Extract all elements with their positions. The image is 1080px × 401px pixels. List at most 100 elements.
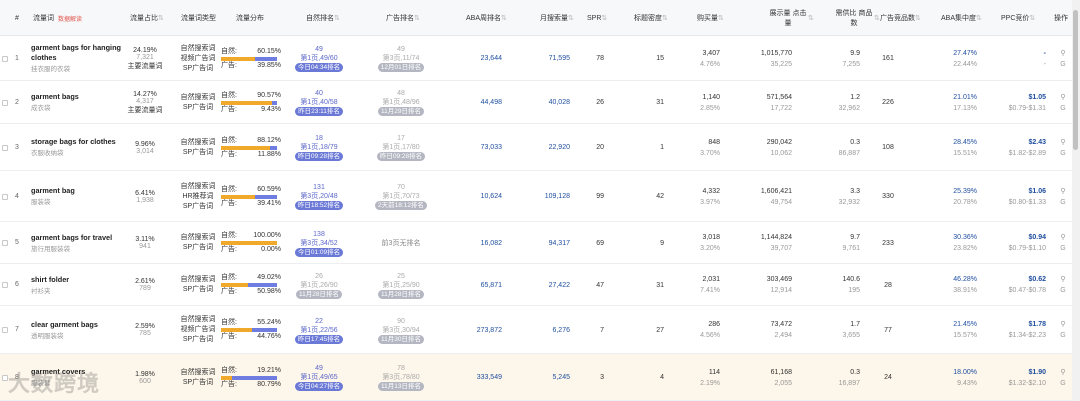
header-aba-concentration[interactable]: ABA集中度 ⇅ (941, 0, 982, 36)
sort-icon[interactable]: ⇅ (414, 14, 420, 22)
ad-rank-value[interactable]: 78 (397, 364, 405, 373)
header-supply-demand[interactable]: 需供比 商品数 ⇅ (834, 0, 880, 36)
header-impressions-clicks[interactable]: 展示量 点击量 ⇅ (768, 0, 814, 36)
search-icon[interactable]: ⚲ (1060, 274, 1065, 285)
google-icon[interactable]: G (1060, 59, 1065, 70)
header-word-type[interactable]: 流量词类型 (181, 0, 216, 36)
header-title-density[interactable]: 标题密度 ⇅ (634, 0, 668, 36)
google-icon[interactable]: G (1060, 243, 1065, 254)
header-natural-rank[interactable]: 自然排名 ⇅ (306, 0, 340, 36)
keyword-translation: 挂衣服的衣袋 (31, 66, 70, 73)
header-ad-rank[interactable]: 广告排名 ⇅ (386, 0, 420, 36)
header-buy-volume[interactable]: 购买量 ⇅ (697, 0, 724, 36)
sort-icon[interactable]: ⇅ (915, 14, 921, 22)
header-aba-rank[interactable]: ABA周排名 ⇅ (466, 0, 507, 36)
share-count: 7,321 (136, 53, 154, 61)
table-row[interactable]: 8 garment covers 服装套 1.98% 600 自然搜索词 SP广告词 自然: 1… (0, 354, 1072, 401)
google-icon[interactable]: G (1060, 197, 1065, 208)
header-distribution[interactable]: 流量分布 (236, 0, 264, 36)
aba-concentration-value: 27.47% (953, 49, 977, 57)
sort-icon[interactable]: ⇅ (874, 14, 880, 22)
row-checkbox[interactable] (2, 99, 8, 106)
table-row[interactable]: 1 garment bags for hanging clothes 挂衣服的衣袋 2… (0, 36, 1072, 81)
keyword-link[interactable]: garment bags for hanging clothes (31, 43, 121, 63)
header-ad-products[interactable]: 广告竞品数 ⇅ (880, 0, 921, 36)
natural-rank-value[interactable]: 40 (315, 89, 323, 98)
row-checkbox[interactable] (2, 282, 8, 288)
word-type-2: 视频广告词 (180, 326, 216, 333)
natural-rank-value[interactable]: 138 (313, 230, 325, 239)
header-keyword[interactable]: 流量词 数据解读 (33, 0, 82, 36)
ad-rank-value[interactable]: 25 (397, 272, 405, 281)
ad-rank-value[interactable]: 90 (397, 317, 405, 326)
header-action[interactable]: 操作 (1054, 0, 1068, 36)
search-icon[interactable]: ⚲ (1060, 367, 1065, 378)
sort-icon[interactable]: ⇅ (808, 14, 814, 22)
google-icon[interactable]: G (1060, 330, 1065, 341)
ad-rank-value[interactable]: 48 (397, 89, 405, 98)
natural-rank-page: 第1页,49/60 (300, 55, 338, 62)
header-monthly-search[interactable]: 月搜索量 ⇅ (540, 0, 574, 36)
sort-icon[interactable]: ⇅ (501, 14, 507, 22)
sort-icon[interactable]: ⇅ (1029, 14, 1035, 22)
header-index[interactable]: # (15, 0, 19, 36)
natural-rank-value[interactable]: 49 (315, 364, 323, 373)
natural-rank-page: 第3页,20/48 (300, 193, 338, 200)
keyword-link[interactable]: garment bags (31, 92, 121, 102)
google-icon[interactable]: G (1060, 148, 1065, 159)
spr-value: 3 (600, 374, 604, 381)
keyword-link[interactable]: garment bag (31, 186, 121, 196)
header-share[interactable]: 流量占比 ⇅ (130, 0, 164, 36)
ad-products-value: 108 (882, 144, 894, 151)
table-row[interactable]: 5 garment bags for travel 旅行用服装袋 3.11% 941 自然… (0, 222, 1072, 264)
ad-rank-value[interactable]: 70 (397, 183, 405, 192)
table-row[interactable]: 4 garment bag 服装袋 6.41% 1,938 自然搜索词 HR推荐词 SP广告词… (0, 171, 1072, 222)
sort-icon[interactable]: ⇅ (662, 14, 668, 22)
row-checkbox[interactable] (2, 240, 8, 246)
buy-volume-value: 4,332 (702, 187, 720, 195)
search-icon[interactable]: ⚲ (1060, 137, 1065, 148)
keyword-link[interactable]: clear garment bags (31, 320, 121, 330)
search-icon[interactable]: ⚲ (1060, 319, 1065, 330)
row-checkbox[interactable] (2, 327, 8, 333)
natural-rank-time-badge: 昨日09:28排名 (294, 152, 344, 161)
sort-icon[interactable]: ⇅ (158, 14, 164, 22)
google-icon[interactable]: G (1060, 378, 1065, 389)
header-spr[interactable]: SPR ⇅ (587, 0, 607, 36)
supply-demand-value: 1.2 (850, 93, 860, 101)
buy-volume-value: 848 (708, 138, 720, 146)
sort-icon[interactable]: ⇅ (601, 14, 607, 22)
table-row[interactable]: 2 garment bags 成衣袋 14.27% 4,317 主要流量词 自然搜索词 SP广… (0, 81, 1072, 124)
natural-rank-value[interactable]: 49 (315, 45, 323, 54)
google-icon[interactable]: G (1060, 285, 1065, 296)
keyword-link[interactable]: shirt folder (31, 275, 121, 285)
sort-icon[interactable]: ⇅ (718, 14, 724, 22)
sort-icon[interactable]: ⇅ (334, 14, 340, 22)
keyword-link[interactable]: storage bags for clothes (31, 137, 121, 147)
row-checkbox[interactable] (2, 193, 8, 200)
ad-rank-value[interactable]: 49 (397, 45, 405, 54)
keyword-link[interactable]: garment bags for travel (31, 233, 121, 243)
table-row[interactable]: 7 clear garment bags 透明服装袋 2.59% 785 自然搜索词 视频广… (0, 306, 1072, 354)
row-checkbox[interactable] (2, 144, 8, 151)
row-checkbox[interactable] (2, 55, 8, 62)
natural-rank-value[interactable]: 18 (315, 134, 323, 143)
sort-icon[interactable]: ⇅ (976, 14, 982, 22)
search-icon[interactable]: ⚲ (1060, 92, 1065, 103)
search-icon[interactable]: ⚲ (1060, 232, 1065, 243)
google-icon[interactable]: G (1060, 103, 1065, 114)
search-icon[interactable]: ⚲ (1060, 48, 1065, 59)
table-row[interactable]: 6 shirt folder 衬衫夹 2.61% 789 自然搜索词 SP广告词 自然: 49.… (0, 264, 1072, 306)
scrollbar-thumb[interactable] (1073, 10, 1078, 150)
natural-rank-value[interactable]: 26 (315, 272, 323, 281)
header-ppc-bid[interactable]: PPC竞价 ⇅ (1001, 0, 1035, 36)
table-row[interactable]: 3 storage bags for clothes 衣服收纳袋 9.96% 3,014… (0, 124, 1072, 171)
keyword-tag[interactable]: 数据解读 (58, 14, 82, 23)
search-icon[interactable]: ⚲ (1060, 186, 1065, 197)
natural-rank-time-badge: 11月28日排名 (296, 289, 342, 299)
sort-icon[interactable]: ⇅ (568, 14, 574, 22)
natural-rank-value[interactable]: 22 (315, 317, 323, 326)
scrollbar[interactable] (1072, 0, 1080, 401)
natural-rank-value[interactable]: 131 (313, 183, 325, 192)
ad-rank-value[interactable]: 17 (397, 134, 405, 143)
